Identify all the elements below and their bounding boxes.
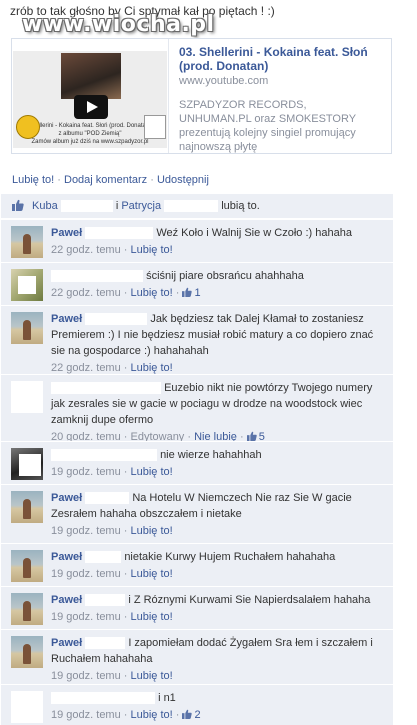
badge-icon (144, 115, 166, 139)
avatar[interactable] (11, 691, 43, 723)
thumbs-up-icon (246, 431, 257, 441)
comment-text: Weź Koło i Walnij Sie w Czoło :) hahaha (156, 227, 352, 239)
comment: Paweł Weź Koło i Walnij Sie w Czoło :) h… (1, 219, 393, 262)
comment-link[interactable]: Dodaj komentarz (64, 174, 147, 186)
comment-author[interactable]: Paweł (51, 637, 82, 649)
likes-conjunction: i (115, 200, 119, 212)
comment-text: i Z Róznymi Kurwami Sie Napierdsalałem h… (128, 594, 371, 606)
attachment-title[interactable]: 03. Shellerini - Kokaina feat. Słoń (pro… (179, 45, 379, 73)
comment-like-link[interactable]: Lubię to! (131, 287, 173, 299)
comment: Paweł Jak będziesz tak Dalej Kłamał to z… (1, 305, 393, 374)
attachment-url: www.youtube.com (179, 75, 269, 87)
thumbnail-caption-3: Zamów album już dziś na www.szpadyzor.pl (31, 139, 149, 145)
comment-author[interactable]: Paweł (51, 551, 82, 563)
thumbnail-photo (61, 53, 121, 99)
comment-author[interactable]: Paweł (51, 227, 82, 239)
comment: nie wierze hahahhah 19 godz. temu · Lubi… (1, 441, 393, 484)
like-link[interactable]: Lubię to! (12, 174, 54, 186)
video-thumbnail[interactable]: Shellerini - Kokaina feat. Słoń (prod. D… (13, 51, 167, 148)
divider (168, 39, 169, 153)
comment-time[interactable]: 22 godz. temu (51, 244, 121, 256)
comment-like-link[interactable]: Lubię to! (131, 709, 173, 721)
redacted-block (85, 227, 154, 240)
avatar[interactable] (11, 312, 43, 344)
comment-like-link[interactable]: Lubię to! (131, 466, 173, 478)
comment-time[interactable]: 19 godz. temu (51, 709, 121, 721)
redacted-block (51, 692, 155, 705)
post-actions: Lubię to! · Dodaj komentarz · Udostępnij (12, 174, 209, 186)
comment-time[interactable]: 19 godz. temu (51, 525, 121, 537)
comment-text: ściśnij piare obsrańcu ahahhaha (146, 270, 304, 282)
comment-time[interactable]: 22 godz. temu (51, 287, 121, 299)
avatar[interactable] (11, 636, 43, 668)
label-logo-icon (16, 115, 40, 139)
comment: Paweł I zapomiełam dodać Żygałem Sra łem… (1, 629, 393, 684)
redacted-block (85, 594, 126, 607)
redacted-block (164, 200, 219, 213)
comment-like-link[interactable]: Lubię to! (131, 568, 173, 580)
comment-text: i n1 (158, 692, 176, 704)
separator: · (150, 174, 154, 186)
comment: Paweł i Z Róznymi Kurwami Sie Napierdsal… (1, 586, 393, 629)
comment-text: nietakie Kurwy Hujem Ruchałem hahahaha (124, 551, 336, 563)
liker-name[interactable]: Kuba (32, 200, 58, 212)
liker-name[interactable]: Patrycja (121, 200, 161, 212)
thumbs-up-icon (182, 709, 193, 719)
comment-time[interactable]: 19 godz. temu (51, 466, 121, 478)
comment: ściśnij piare obsrańcu ahahhaha 22 godz.… (1, 262, 393, 305)
comment-time[interactable]: 19 godz. temu (51, 568, 121, 580)
separator: · (57, 174, 61, 186)
link-attachment[interactable]: Shellerini - Kokaina feat. Słoń (prod. D… (11, 38, 392, 154)
like-count: 1 (194, 287, 201, 299)
likes-summary: Kuba i Patrycja lubią to. (1, 194, 393, 219)
redacted-block (51, 449, 157, 462)
comment: i n1 19 godz. temu · Lubię to! · 2 (1, 684, 393, 725)
play-icon[interactable] (74, 95, 108, 119)
comment-like-link[interactable]: Lubię to! (131, 670, 173, 682)
comment: Paweł Na Hotelu W Niemczech Nie raz Sie … (1, 484, 393, 543)
avatar[interactable] (11, 448, 43, 480)
comment-time[interactable]: 19 godz. temu (51, 670, 121, 682)
redacted-block (51, 382, 161, 395)
comment-time[interactable]: 22 godz. temu (51, 362, 121, 374)
comment-like-count[interactable]: 2 (182, 709, 201, 721)
watermark-logo: www.wiocha.pl (22, 12, 215, 37)
comment-like-link[interactable]: Lubię to! (131, 362, 173, 374)
comment: Euzebio nikt nie powtórzy Twojego numery… (1, 374, 393, 443)
comment-author[interactable]: Paweł (51, 492, 82, 504)
avatar[interactable] (11, 381, 43, 413)
redacted-block (85, 637, 126, 650)
comment: Paweł nietakie Kurwy Hujem Ruchałem haha… (1, 543, 393, 586)
avatar[interactable] (11, 226, 43, 258)
redacted-block (60, 200, 113, 213)
comment-time[interactable]: 19 godz. temu (51, 611, 121, 623)
avatar[interactable] (11, 550, 43, 582)
comment-author[interactable]: Paweł (51, 313, 82, 325)
like-count: 2 (194, 709, 201, 721)
redacted-block (85, 551, 122, 564)
comment-text: nie wierze hahahhah (160, 449, 262, 461)
thumbs-up-icon (182, 287, 193, 297)
comment-like-count[interactable]: 1 (182, 287, 201, 299)
comment-like-link[interactable]: Lubię to! (131, 611, 173, 623)
redacted-block (85, 492, 130, 505)
likes-suffix: lubią to. (221, 200, 260, 212)
redacted-block (51, 270, 143, 283)
thumbs-up-icon (12, 199, 24, 211)
comment-like-link[interactable]: Lubię to! (131, 525, 173, 537)
avatar[interactable] (11, 269, 43, 301)
avatar[interactable] (11, 593, 43, 625)
attachment-description: SZPADYZOR RECORDS, UNHUMAN.PL oraz SMOKE… (179, 99, 356, 153)
share-link[interactable]: Udostępnij (157, 174, 209, 186)
comment-author[interactable]: Paweł (51, 594, 82, 606)
avatar[interactable] (11, 491, 43, 523)
redacted-block (85, 313, 148, 326)
comment-like-link[interactable]: Lubię to! (131, 244, 173, 256)
